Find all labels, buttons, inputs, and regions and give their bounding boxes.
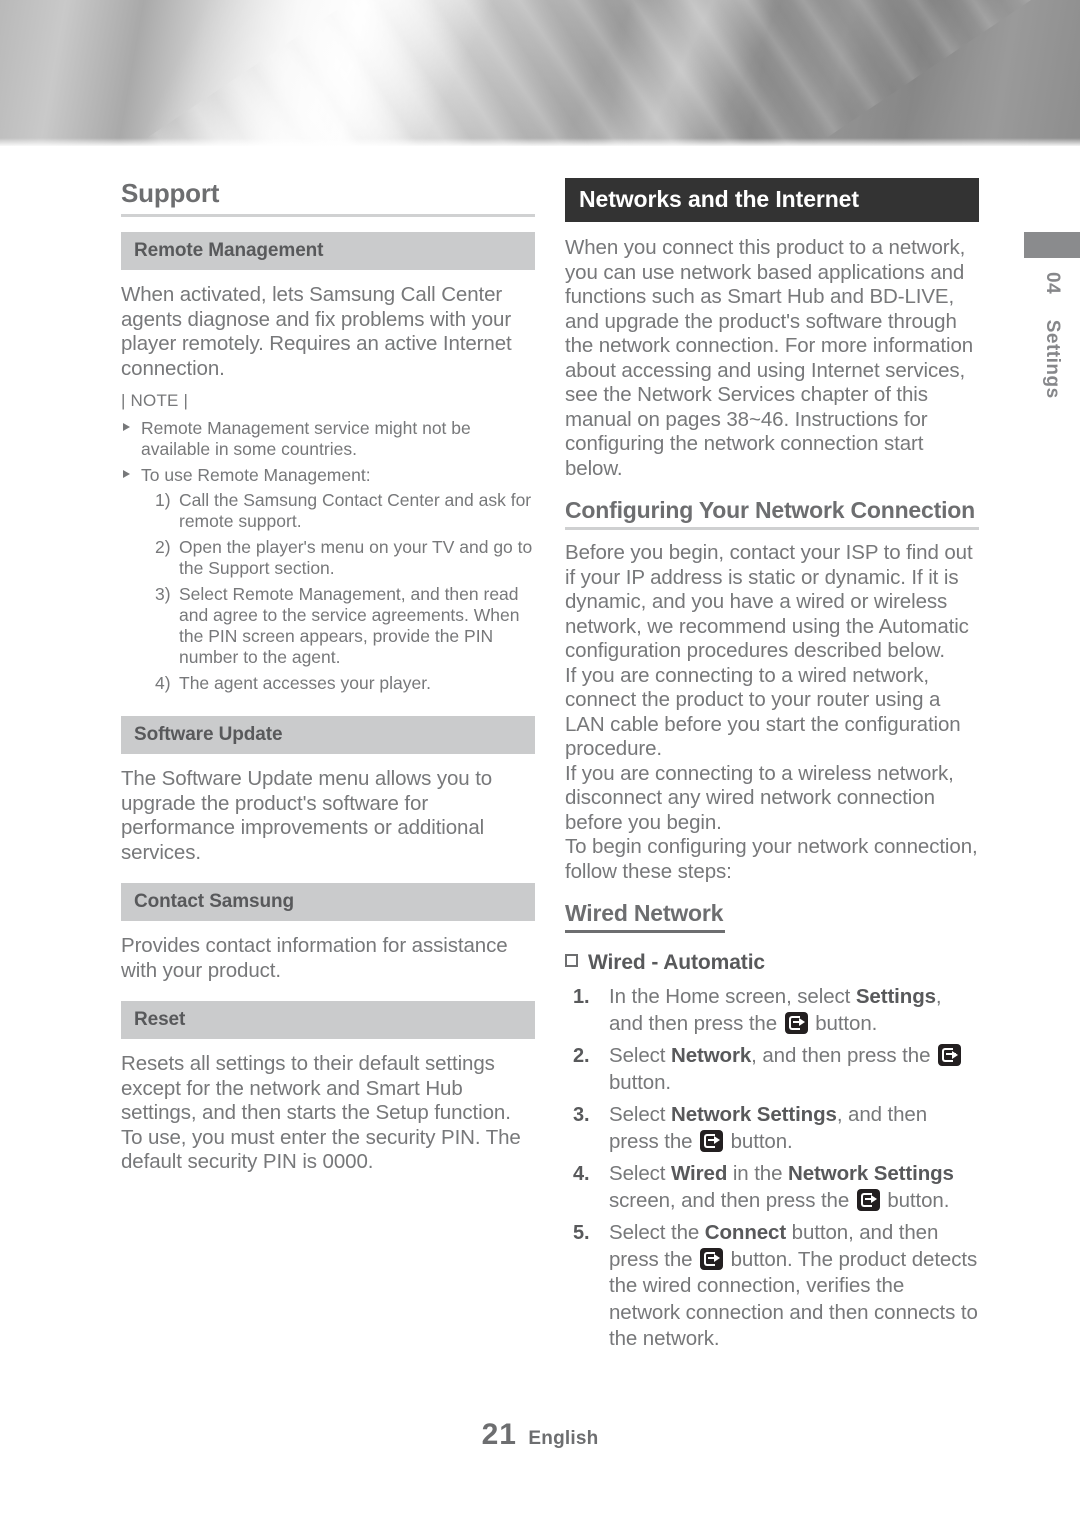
triangle-bullet-icon [123,423,130,431]
page-language: English [528,1428,599,1449]
wired-network-heading-rule [565,930,725,933]
side-tab-chapter-number: 04 [1042,272,1063,295]
note-item: Remote Management service might not be a… [121,418,535,460]
software-update-paragraph: The Software Update menu allows you to u… [121,767,493,864]
step-emphasis: Network Settings [788,1162,954,1185]
note-substep-list: 1) Call the Samsung Contact Center and a… [141,490,535,694]
contact-samsung-paragraph: Provides contact information for assista… [121,934,508,982]
square-bullet-icon [565,954,578,967]
wired-automatic-step-list: 1. In the Home screen, select Settings, a… [565,984,979,1353]
enter-arrow-icon [798,1018,805,1026]
enter-arrow-icon [714,1136,721,1144]
configuring-paragraph: To begin configuring your network connec… [565,835,978,883]
note-substep: 3) Select Remote Management, and then re… [141,584,535,668]
step-number: 3. [573,1104,590,1126]
banner-bottom-fade [0,138,1080,146]
step-item: 5. Select the Connect button, and then pr… [573,1221,978,1350]
note-substep-text: The agent accesses your player. [179,673,431,693]
networks-intro-paragraph: When you connect this product to a netwo… [565,236,974,480]
right-column: Networks and the Internet When you conne… [565,178,979,1359]
enter-button-icon [700,1247,724,1270]
step-emphasis: Connect [704,1221,787,1244]
enter-button-icon [856,1188,880,1211]
triangle-bullet-icon [123,470,130,478]
configuring-heading-rule [565,527,979,530]
note-item-text: To use Remote Management: [141,465,371,485]
note-item: To use Remote Management: 1) Call the Sa… [121,465,535,694]
step-item: 4. Select Wired in the Network Settings s… [573,1162,954,1212]
configuring-paragraph: Before you begin, contact your ISP to fi… [565,541,973,662]
note-substep-number: 3) [155,584,171,604]
note-substep-number: 2) [155,537,171,557]
enter-button-icon [937,1044,961,1066]
note-label: | NOTE | [121,391,189,410]
heading-wired-network: Wired Network [565,900,724,926]
note-substep: 1) Call the Samsung Contact Center and a… [141,490,535,532]
configuring-paragraph: If you are connecting to a wireless netw… [565,761,954,834]
chapter-heading-rule [121,214,535,217]
decorative-metallic-banner [0,0,1080,146]
step-number: 4. [573,1163,590,1185]
side-tab-chapter-name: Settings [1042,319,1063,399]
section-bar-software-update: Software Update [121,716,535,754]
step-emphasis: Settings [855,985,936,1008]
note-item-text: Remote Management service might not be a… [141,418,471,459]
step-number: 2. [573,1045,590,1067]
chapter-heading-support: Support [121,178,220,208]
note-substep-number: 4) [155,673,171,693]
step-item: 1. In the Home screen, select Settings, a… [573,985,942,1035]
note-list: Remote Management service might not be a… [121,418,535,694]
section-bar-remote-management: Remote Management [121,232,535,270]
note-substep-number: 1) [155,490,171,510]
enter-button-icon [700,1129,724,1152]
note-substep: 2) Open the player's menu on your TV and… [141,537,535,579]
enter-button-icon [784,1011,808,1034]
section-bar-reset: Reset [121,1001,535,1039]
page-footer: 21 English [0,1418,1080,1452]
enter-arrow-icon [870,1195,877,1203]
note-substep: 4) The agent accesses your player. [141,673,535,694]
side-tab-cap [1024,232,1080,258]
side-tab-text: 04 Settings [1024,272,1080,399]
left-column: Support Remote Management When activated… [121,178,535,1185]
section-bar-networks-and-internet: Networks and the Internet [565,178,979,222]
heading-wired-automatic-label: Wired - Automatic [588,951,766,974]
enter-arrow-icon [714,1254,721,1262]
step-emphasis: Wired [670,1162,728,1185]
side-chapter-tab: 04 Settings [1024,232,1080,399]
step-emphasis: Network Settings [670,1103,837,1126]
page-number: 21 [481,1418,517,1451]
step-emphasis: Network [670,1044,752,1067]
note-substep-text: Call the Samsung Contact Center and ask … [179,490,532,531]
heading-wired-automatic: Wired - Automatic [565,950,979,975]
side-tab-spacer [1024,300,1080,314]
step-number: 5. [573,1222,590,1244]
note-substep-text: Open the player's menu on your TV and go… [179,537,533,578]
section-bar-contact-samsung: Contact Samsung [121,883,535,921]
note-substep-text: Select Remote Management, and then read … [179,584,520,667]
banner-sheen-secondary [0,0,1080,146]
step-number: 1. [573,986,590,1008]
reset-paragraph: Resets all settings to their default set… [121,1052,521,1173]
remote-management-paragraph: When activated, lets Samsung Call Center… [121,283,512,380]
step-item: 2. Select Network, and then press the but… [565,1043,979,1096]
step-item: 3. Select Network Settings, and then pres… [573,1103,928,1153]
configuring-paragraph: If you are connecting to a wired network… [565,663,961,761]
heading-configuring-network-connection: Configuring Your Network Connection [565,497,975,523]
enter-arrow-icon [951,1050,958,1059]
